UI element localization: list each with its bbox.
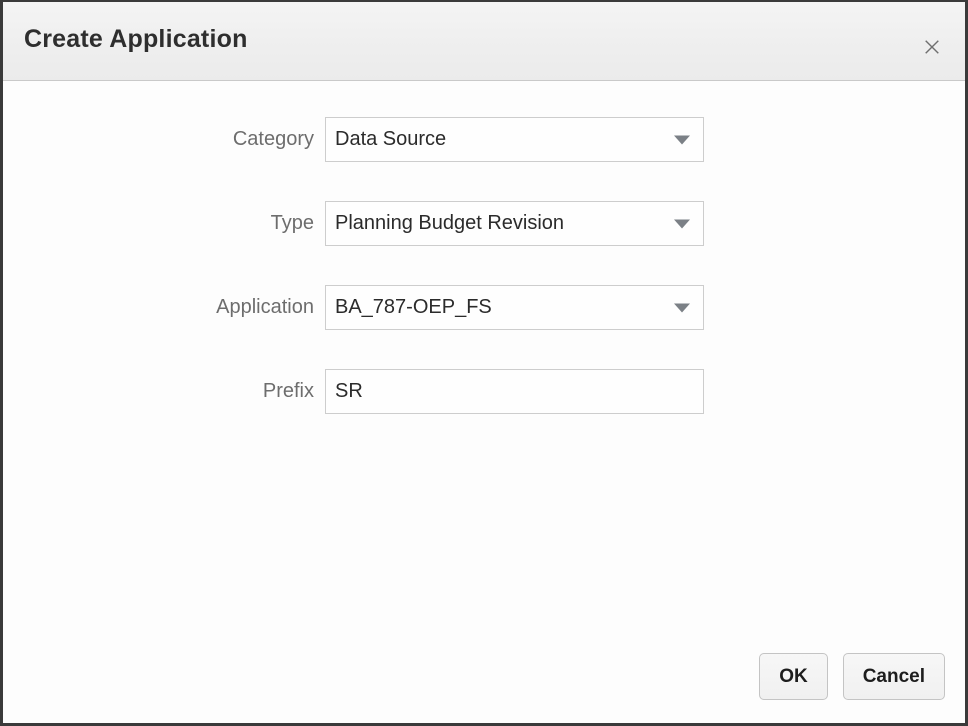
form-row-prefix: Prefix SR: [3, 369, 965, 414]
ok-button[interactable]: OK: [759, 653, 828, 700]
dropdown-application[interactable]: BA_787-OEP_FS: [325, 285, 704, 330]
dropdown-category[interactable]: Data Source: [325, 117, 704, 162]
dialog-body: Category Data Source Type Planning Budge…: [3, 81, 965, 723]
form-row-category: Category Data Source: [3, 117, 965, 162]
dropdown-type[interactable]: Planning Budget Revision: [325, 201, 704, 246]
label-category: Category: [232, 128, 314, 150]
label-type: Type: [270, 212, 314, 234]
prefix-input-value: SR: [335, 380, 363, 402]
chevron-down-icon[interactable]: [674, 135, 690, 144]
chevron-down-icon[interactable]: [674, 303, 690, 312]
close-button[interactable]: [915, 30, 949, 64]
form-row-application: Application BA_787-OEP_FS: [3, 285, 965, 330]
cancel-button[interactable]: Cancel: [842, 653, 945, 700]
form-row-type: Type Planning Budget Revision: [3, 201, 965, 246]
dropdown-application-value: BA_787-OEP_FS: [335, 296, 492, 318]
dialog-button-bar: OK Cancel: [759, 653, 945, 700]
dialog-titlebar: Create Application: [3, 2, 965, 81]
label-application: Application: [216, 296, 314, 318]
prefix-input[interactable]: SR: [325, 369, 704, 414]
label-prefix: Prefix: [262, 380, 314, 402]
create-application-dialog: Create Application Category Data Source …: [0, 0, 968, 726]
page-title: Create Application: [24, 25, 248, 53]
dropdown-type-value: Planning Budget Revision: [335, 212, 565, 234]
close-icon: [922, 37, 942, 57]
chevron-down-icon[interactable]: [674, 219, 690, 228]
dropdown-category-value: Data Source: [335, 128, 447, 150]
